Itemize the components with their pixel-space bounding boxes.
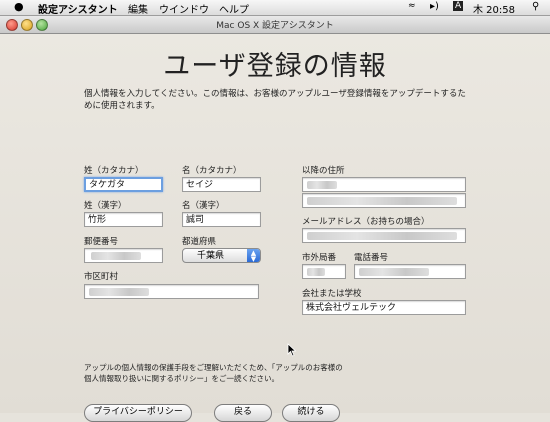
window-title-bar: Mac OS X 設定アシスタント [0, 16, 550, 34]
page-title: ユーザ登録の情報 [163, 51, 387, 82]
apple-menu-icon[interactable]: ● [14, 0, 24, 13]
address-label: 以降の住所 [302, 166, 345, 176]
wifi-icon[interactable]: ≈ [408, 1, 416, 11]
company-field[interactable]: 株式会社ヴェルテック [302, 300, 466, 315]
last-name-kana-label: 姓（カタカナ） [84, 166, 144, 176]
email-label: メールアドレス（お持ちの場合） [302, 217, 430, 227]
address-field-line1[interactable] [302, 177, 466, 192]
phone-label: 電話番号 [354, 253, 389, 263]
area-code-label: 市外局番 [302, 253, 337, 263]
last-name-kanji-label: 姓（漢字） [84, 201, 127, 211]
first-name-kanji-label: 名（漢字） [182, 201, 225, 211]
menu-help[interactable]: ヘルプ [219, 1, 249, 16]
redacted-value [91, 252, 141, 260]
privacy-policy-button[interactable]: プライバシーポリシー [84, 404, 192, 422]
mouse-cursor-icon [287, 343, 297, 357]
redacted-value [307, 197, 457, 205]
company-label: 会社または学校 [302, 289, 362, 299]
first-name-kana-label: 名（カタカナ） [182, 166, 242, 176]
menu-window[interactable]: ウインドウ [159, 1, 209, 16]
redacted-value [307, 232, 457, 240]
menu-bar: ● 設定アシスタント 編集 ウインドウ ヘルプ ≈ ▸) A 木 20:58 ⚲ [0, 0, 550, 16]
prefecture-select[interactable]: 千葉県 ▲ ▼ [182, 248, 261, 263]
city-field[interactable] [84, 284, 259, 299]
stepper-arrows-icon: ▲ ▼ [247, 249, 260, 263]
menu-edit[interactable]: 編集 [128, 1, 148, 16]
spotlight-icon[interactable]: ⚲ [532, 1, 539, 12]
email-field[interactable] [302, 228, 466, 243]
city-label: 市区町村 [84, 272, 119, 282]
back-button[interactable]: 戻る [214, 404, 272, 422]
continue-button[interactable]: 続ける [282, 404, 340, 422]
postal-code-label: 郵便番号 [84, 237, 119, 247]
first-name-kana-field[interactable]: セイジ [182, 177, 261, 192]
redacted-value [359, 268, 429, 276]
prefecture-label: 都道府県 [182, 237, 217, 247]
prefecture-value: 千葉県 [197, 251, 225, 261]
privacy-note: アップルの個人情報の保護手段をご理解いただくため、「アップルのお客様の個人情報取… [84, 363, 343, 383]
volume-icon[interactable]: ▸) [430, 1, 439, 12]
area-code-field[interactable] [302, 264, 346, 279]
postal-code-field[interactable] [84, 248, 163, 263]
first-name-kanji-field[interactable]: 誠司 [182, 212, 261, 227]
redacted-value [89, 288, 149, 296]
app-menu[interactable]: 設定アシスタント [38, 1, 118, 16]
intro-text: 個人情報を入力してください。この情報は、お客様のアップルユーザ登録情報をアップデ… [84, 89, 466, 111]
last-name-kanji-field[interactable]: 竹形 [84, 212, 163, 227]
address-field-line2[interactable] [302, 193, 466, 208]
menu-clock[interactable]: 木 20:58 [473, 1, 515, 16]
phone-field[interactable] [354, 264, 466, 279]
last-name-kana-field[interactable]: タケガタ [84, 177, 163, 192]
input-method-indicator[interactable]: A [453, 1, 464, 11]
window-title: Mac OS X 設定アシスタント [216, 21, 334, 31]
redacted-value [307, 181, 337, 189]
redacted-value [307, 268, 325, 276]
